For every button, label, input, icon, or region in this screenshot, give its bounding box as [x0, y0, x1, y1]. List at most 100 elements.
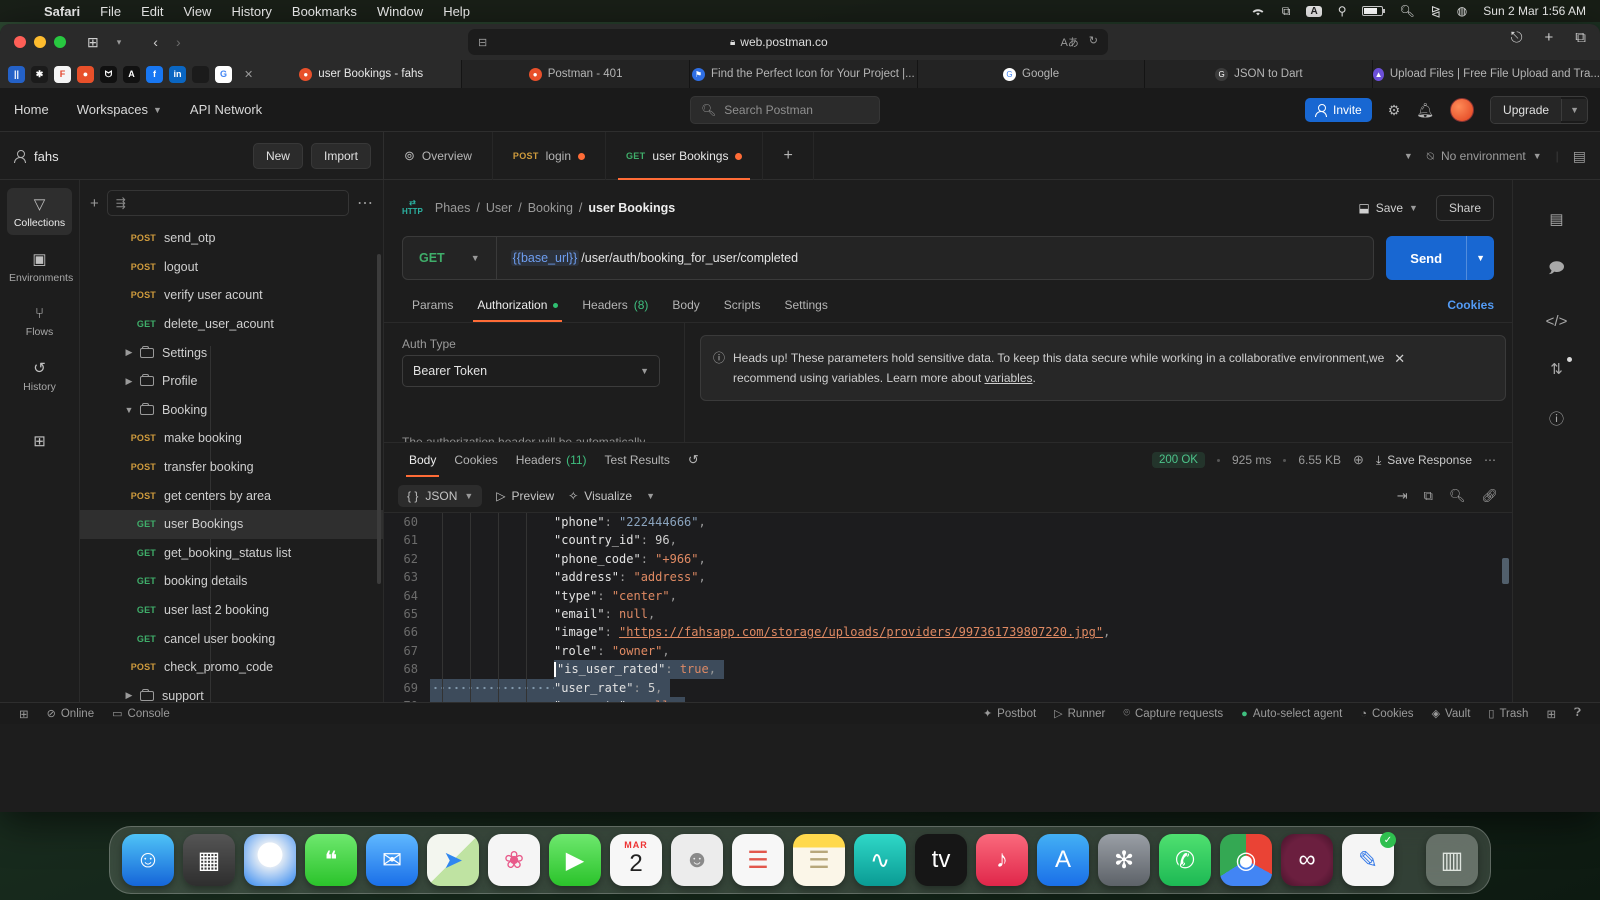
zoom-window-button[interactable]: [54, 36, 66, 48]
request-get-centers-by-area[interactable]: POSTget centers by area: [80, 481, 383, 510]
safari-dock-icon[interactable]: ✧: [244, 834, 296, 886]
send-button[interactable]: Send: [1386, 236, 1466, 280]
visualize-button[interactable]: ✧Visualize: [568, 489, 632, 503]
menu-item-window[interactable]: Window: [367, 4, 433, 19]
upgrade-chevron-icon[interactable]: ▼: [1561, 99, 1587, 121]
menu-item-safari[interactable]: Safari: [34, 4, 90, 19]
contacts-dock-icon[interactable]: ☻: [671, 834, 723, 886]
status-runner[interactable]: ▷Runner: [1045, 707, 1114, 720]
accessibility-icon[interactable]: ⚲: [1338, 4, 1347, 18]
status-postbot[interactable]: ✦Postbot: [974, 707, 1045, 720]
environment-selector[interactable]: ⍉ No environment ▼: [1427, 149, 1542, 164]
related-requests-icon[interactable]: ⇅: [1513, 360, 1600, 378]
rail-item-flows[interactable]: ⑂Flows: [7, 298, 72, 344]
display-icon[interactable]: ⧉: [1282, 4, 1291, 19]
json-line-64[interactable]: 64"type": "center",: [384, 587, 1512, 605]
user-avatar[interactable]: [1450, 98, 1474, 122]
request-info-icon[interactable]: ⓘ: [1513, 408, 1600, 429]
messages-dock-icon[interactable]: ❝: [305, 834, 357, 886]
mail-dock-icon[interactable]: ✉: [366, 834, 418, 886]
close-window-button[interactable]: [14, 36, 26, 48]
request-check_promo_code[interactable]: POSTcheck_promo_code: [80, 653, 383, 682]
upgrade-button[interactable]: Upgrade ▼: [1490, 96, 1588, 124]
visualize-chevron-icon[interactable]: ▼: [646, 491, 655, 501]
pencil-app-dock-icon[interactable]: ✎✓: [1342, 834, 1394, 886]
pinned-google[interactable]: G: [215, 66, 232, 83]
response-body-json[interactable]: 60"phone": "222444666",61"country_id": 9…: [384, 513, 1512, 702]
pinned-github[interactable]: ᗢ: [100, 66, 117, 83]
statusbar-help-icon[interactable]: ❓︎: [1565, 707, 1590, 720]
menu-item-help[interactable]: Help: [433, 4, 480, 19]
sidebar-scrollbar[interactable]: [377, 254, 381, 584]
tab-3[interactable]: GGoogle: [917, 60, 1145, 88]
sidebar-more-icon[interactable]: ⋯: [357, 193, 373, 213]
send-options-chevron-icon[interactable]: ▼: [1466, 236, 1494, 280]
request-tab-body[interactable]: Body: [662, 288, 709, 322]
response-tab-body[interactable]: Body: [400, 445, 445, 475]
breadcrumb[interactable]: Phaes/ User/ Booking/ user Bookings: [435, 201, 675, 215]
page-settings-icon[interactable]: ⊟: [468, 36, 497, 49]
tab-overflow-chevron-icon[interactable]: ▼: [1404, 151, 1413, 161]
status-trash[interactable]: ▯Trash: [1479, 707, 1537, 720]
whatsapp-dock-icon[interactable]: ✆: [1159, 834, 1211, 886]
json-line-66[interactable]: 66"image": "https://fahsapp.com/storage/…: [384, 623, 1512, 641]
copy-icon[interactable]: ⧉: [1424, 488, 1433, 504]
folder-chevron-icon[interactable]: ▶: [122, 376, 136, 387]
folder-chevron-icon[interactable]: ▼: [122, 405, 136, 415]
facetime-dock-icon[interactable]: ▶: [549, 834, 601, 886]
tab-overview-icon[interactable]: ⧉: [1575, 29, 1586, 46]
pinned-linkedin[interactable]: in: [169, 66, 186, 83]
cookies-link[interactable]: Cookies: [1447, 298, 1494, 312]
folder-chevron-icon[interactable]: ▶: [122, 347, 136, 358]
menu-item-bookmarks[interactable]: Bookmarks: [282, 4, 367, 19]
save-response-button[interactable]: ⤓Save Response: [1376, 453, 1472, 468]
wifi-icon[interactable]: [1250, 5, 1266, 17]
menu-item-view[interactable]: View: [174, 4, 222, 19]
folder-booking[interactable]: ▼Booking: [80, 396, 383, 425]
comments-icon[interactable]: 🗩︎: [1513, 258, 1600, 283]
music-dock-icon[interactable]: ♪: [976, 834, 1028, 886]
rail-item-environments[interactable]: ▣Environments: [7, 243, 72, 290]
system-settings-dock-icon[interactable]: ✻: [1098, 834, 1150, 886]
variables-link[interactable]: variables: [984, 371, 1032, 385]
translate-icon[interactable]: Aあ: [1060, 34, 1078, 50]
request-get_booking_status-list[interactable]: GETget_booking_status list: [80, 539, 383, 568]
link-icon[interactable]: 🔗︎: [1481, 488, 1498, 504]
response-scrollbar[interactable]: [1502, 558, 1509, 584]
new-button[interactable]: New: [253, 143, 303, 169]
status-capture-requests[interactable]: ⌾Capture requests: [1114, 707, 1232, 720]
search-input[interactable]: 🔍︎ Search Postman: [690, 96, 880, 124]
rail-more-icon[interactable]: ⊞: [7, 425, 72, 460]
status-vault[interactable]: ◈Vault: [1423, 707, 1480, 720]
folder-profile[interactable]: ▶Profile: [80, 367, 383, 396]
spotlight-icon[interactable]: 🔍︎: [1399, 4, 1414, 18]
filter-input[interactable]: ⇶: [107, 190, 349, 216]
add-request-tab-button[interactable]: +: [763, 132, 813, 180]
url-text[interactable]: web.postman.co: [740, 35, 827, 49]
back-button[interactable]: ‹: [144, 34, 167, 50]
response-tab-headers[interactable]: Headers(11): [507, 445, 596, 475]
address-bar[interactable]: ⊟ 🔒︎ web.postman.co Aあ ↻: [468, 29, 1108, 55]
preview-button[interactable]: ▷Preview: [496, 489, 554, 503]
rail-item-collections[interactable]: ▽Collections: [7, 188, 72, 235]
request-transfer-booking[interactable]: POSTtransfer booking: [80, 453, 383, 482]
workspace-tab-user-bookings[interactable]: GETuser Bookings: [606, 132, 763, 180]
status-badge[interactable]: 200 OK: [1152, 452, 1205, 468]
json-line-65[interactable]: 65"email": null,: [384, 605, 1512, 623]
calendar-dock-icon[interactable]: MAR2: [610, 834, 662, 886]
reminders-dock-icon[interactable]: ☰: [732, 834, 784, 886]
json-line-63[interactable]: 63"address": "address",: [384, 568, 1512, 586]
invite-button[interactable]: Invite: [1305, 98, 1372, 122]
network-info-icon[interactable]: ⊕: [1353, 452, 1364, 468]
response-more-icon[interactable]: ⋯: [1484, 453, 1496, 467]
minimize-window-button[interactable]: [34, 36, 46, 48]
apple-tv-dock-icon[interactable]: tv: [915, 834, 967, 886]
share-icon[interactable]: ⎋: [1511, 29, 1523, 46]
chrome-dock-icon[interactable]: ◉: [1220, 834, 1272, 886]
tab-2[interactable]: ⚑Find the Perfect Icon for Your Project …: [689, 60, 917, 88]
share-button[interactable]: Share: [1436, 195, 1494, 221]
sidebar-toggle-icon[interactable]: ⊞: [78, 34, 108, 51]
url-input[interactable]: {{base_url}} /user/auth/booking_for_user…: [497, 250, 798, 266]
json-line-60[interactable]: 60"phone": "222444666",: [384, 513, 1512, 531]
nav-workspaces[interactable]: Workspaces▼: [63, 102, 176, 117]
